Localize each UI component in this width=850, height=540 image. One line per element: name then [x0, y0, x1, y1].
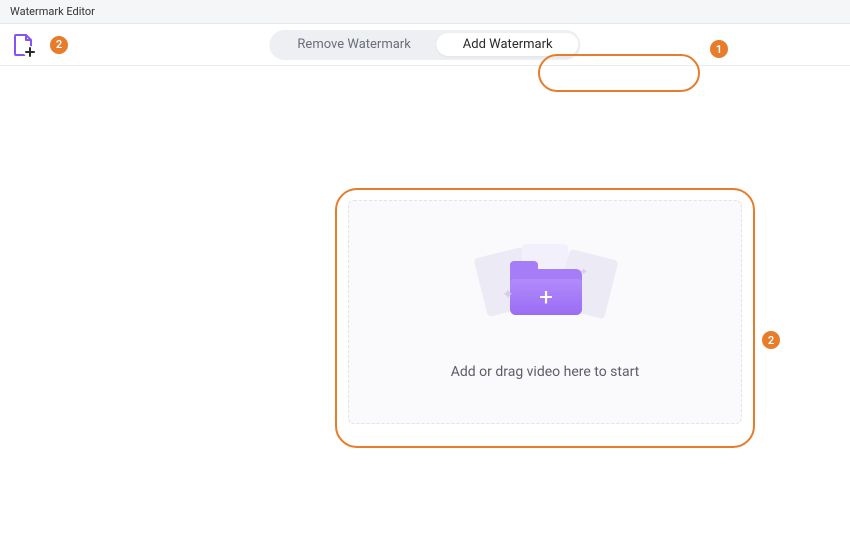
add-file-button[interactable] [10, 31, 38, 59]
callout-badge-1: 1 [710, 40, 728, 58]
tab-add-watermark[interactable]: Add Watermark [437, 33, 579, 56]
tab-switcher: Remove Watermark Add Watermark [269, 30, 580, 60]
folder-plus-icon: + ✦ ✦ [510, 269, 582, 315]
window-titlebar: Watermark Editor [0, 0, 850, 24]
content-area: + ✦ ✦ Add or drag video here to start 2 [0, 66, 850, 540]
dropzone-prompt: Add or drag video here to start [451, 364, 640, 380]
dropzone-graphic: + ✦ ✦ [470, 244, 620, 344]
video-dropzone[interactable]: + ✦ ✦ Add or drag video here to start [348, 200, 742, 424]
window-title: Watermark Editor [10, 5, 95, 18]
callout-badge-2-dropzone: 2 [762, 331, 780, 349]
add-file-group: 2 [10, 31, 68, 59]
tab-remove-watermark[interactable]: Remove Watermark [271, 33, 436, 56]
file-plus-icon [11, 32, 37, 58]
callout-badge-2-toolbar: 2 [50, 36, 68, 54]
